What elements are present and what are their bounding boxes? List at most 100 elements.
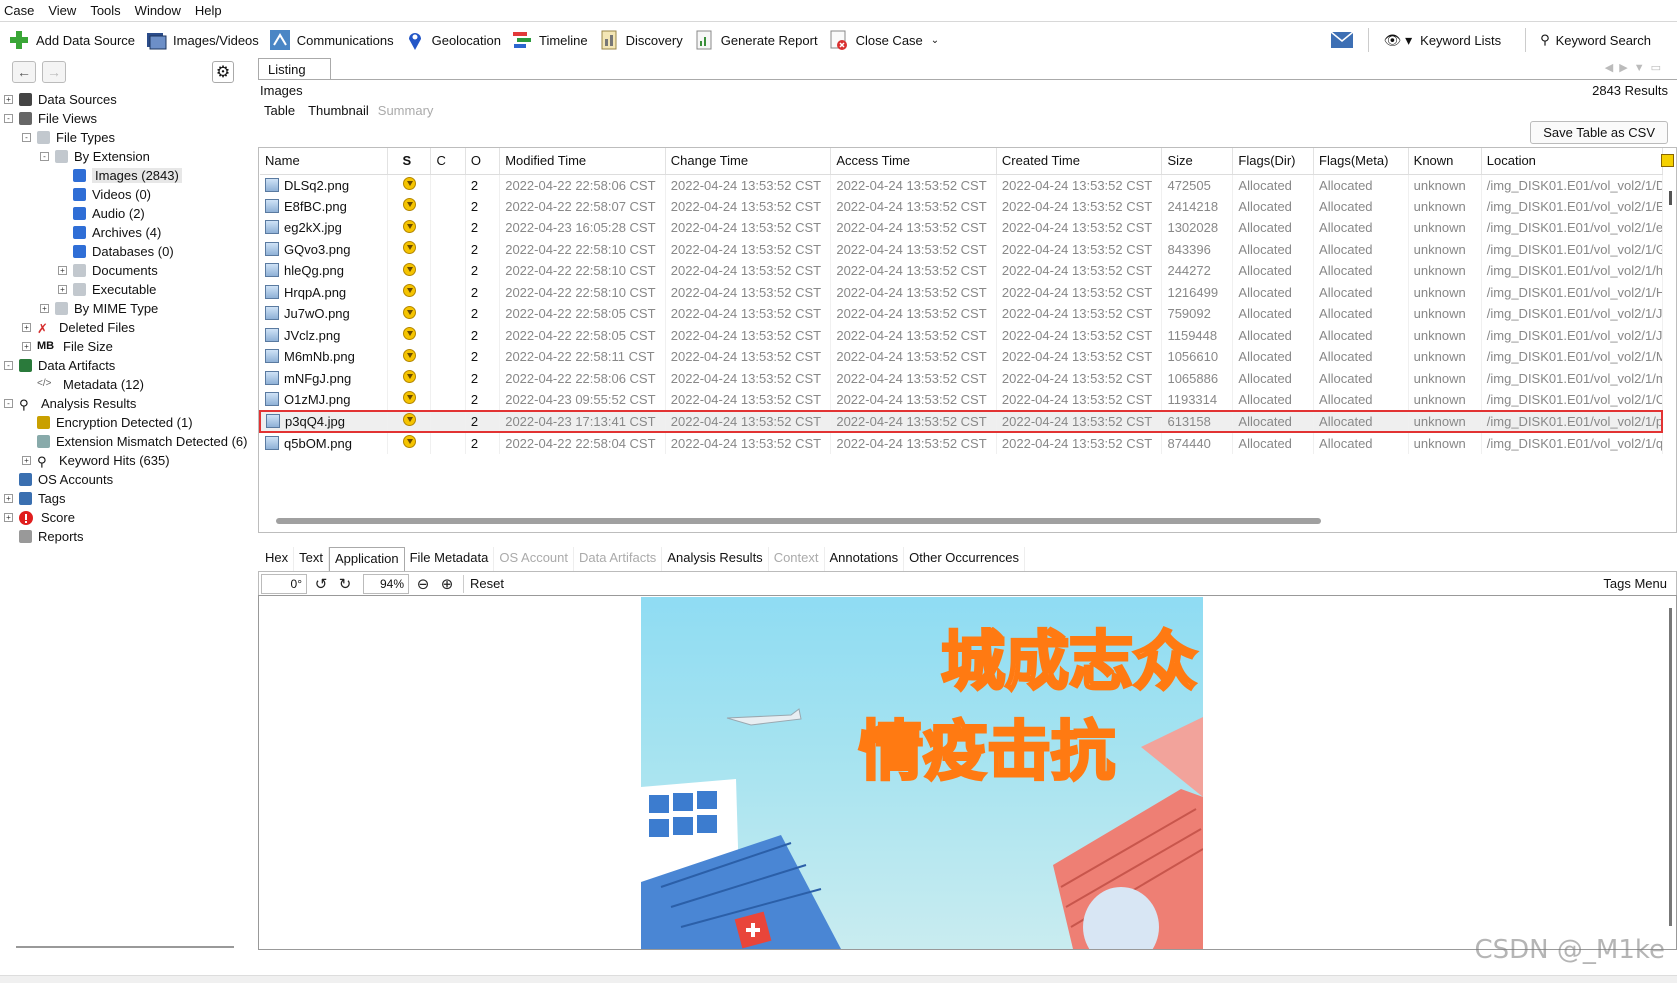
- column-settings-icon[interactable]: [1661, 154, 1674, 167]
- tree-node[interactable]: - ⚲ Analysis Results: [0, 394, 255, 413]
- column-header[interactable]: Flags(Meta): [1313, 148, 1409, 175]
- tab-viewer[interactable]: Context: [769, 547, 825, 571]
- rotate-left-icon[interactable]: ↺: [311, 574, 331, 594]
- menu-tools[interactable]: Tools: [90, 3, 120, 18]
- table-row[interactable]: q5bOM.png 2 2022-04-22 22:58:04 CST 2022-04…: [260, 432, 1663, 454]
- close-case-button[interactable]: Close Case ⌄: [828, 29, 939, 51]
- email-icon[interactable]: [1330, 31, 1354, 49]
- tree-node[interactable]: Videos (0): [0, 185, 255, 204]
- zoom-field[interactable]: 94%: [363, 573, 409, 594]
- column-header[interactable]: Created Time: [996, 148, 1163, 175]
- column-header[interactable]: S: [387, 148, 432, 175]
- tab-viewer[interactable]: Annotations: [825, 547, 905, 571]
- menu-case[interactable]: Case: [4, 3, 34, 18]
- expand-toggle-icon[interactable]: -: [40, 152, 49, 161]
- table-row[interactable]: O1zMJ.png 2 2022-04-23 09:55:52 CST 2022-04…: [260, 389, 1663, 411]
- tree-node[interactable]: + ✗ Deleted Files: [0, 318, 255, 337]
- column-header[interactable]: Name: [260, 148, 389, 175]
- expand-toggle-icon[interactable]: +: [22, 323, 31, 332]
- rotate-right-icon[interactable]: ↻: [335, 574, 355, 594]
- table-vertical-thumb[interactable]: [1669, 191, 1672, 205]
- tree-node[interactable]: Images (2843): [0, 166, 255, 185]
- file-name-cell[interactable]: eg2kX.jpg: [260, 217, 389, 239]
- expand-toggle-icon[interactable]: +: [40, 304, 49, 313]
- expand-toggle-icon[interactable]: +: [58, 285, 67, 294]
- table-row[interactable]: mNFgJ.png 2 2022-04-22 22:58:06 CST 2022-04…: [260, 367, 1663, 389]
- images-videos-button[interactable]: Images/Videos: [145, 29, 259, 51]
- tree-node[interactable]: Extension Mismatch Detected (6): [0, 432, 255, 451]
- tab-thumbnail[interactable]: Thumbnail: [308, 103, 369, 118]
- tree-node[interactable]: + ⚲ Keyword Hits (635): [0, 451, 255, 470]
- expand-toggle-icon[interactable]: +: [4, 513, 13, 522]
- file-name-cell[interactable]: JVclz.png: [260, 324, 389, 346]
- file-name-cell[interactable]: GQvo3.png: [260, 238, 389, 260]
- discovery-button[interactable]: Discovery: [598, 29, 683, 51]
- file-name-cell[interactable]: mNFgJ.png: [260, 367, 389, 389]
- tree-node[interactable]: Audio (2): [0, 204, 255, 223]
- rotation-field[interactable]: 0°: [261, 573, 307, 594]
- tree-node[interactable]: OS Accounts: [0, 470, 255, 489]
- geolocation-button[interactable]: Geolocation: [404, 29, 501, 51]
- expand-toggle-icon[interactable]: +: [4, 95, 13, 104]
- column-header[interactable]: C: [430, 148, 466, 175]
- expand-toggle-icon[interactable]: -: [4, 399, 13, 408]
- expand-toggle-icon[interactable]: +: [22, 342, 31, 351]
- file-name-cell[interactable]: HrqpA.png: [260, 281, 389, 303]
- viewer-vertical-thumb[interactable]: [1669, 608, 1672, 926]
- expand-toggle-icon[interactable]: -: [4, 361, 13, 370]
- tree-node[interactable]: - By Extension: [0, 147, 255, 166]
- tree-node[interactable]: Archives (4): [0, 223, 255, 242]
- column-header[interactable]: Known: [1408, 148, 1482, 175]
- table-row[interactable]: Ju7wO.png 2 2022-04-22 22:58:05 CST 2022-04…: [260, 303, 1663, 325]
- column-header[interactable]: Size: [1161, 148, 1234, 175]
- tab-summary[interactable]: Summary: [378, 103, 434, 118]
- tree-node[interactable]: - File Views: [0, 109, 255, 128]
- table-row[interactable]: GQvo3.png 2 2022-04-22 22:58:10 CST 2022-04…: [260, 238, 1663, 260]
- tags-menu-button[interactable]: Tags Menu: [1603, 576, 1667, 591]
- tree-node[interactable]: </> Metadata (12): [0, 375, 255, 394]
- table-row[interactable]: JVclz.png 2 2022-04-22 22:58:05 CST 2022-04…: [260, 324, 1663, 346]
- menu-view[interactable]: View: [48, 3, 76, 18]
- tab-viewer[interactable]: OS Account: [494, 547, 574, 571]
- table-vertical-scrollbar[interactable]: [1662, 178, 1676, 533]
- expand-toggle-icon[interactable]: -: [4, 114, 13, 123]
- tab-viewer[interactable]: Text: [294, 547, 329, 571]
- tab-listing[interactable]: Listing: [258, 58, 331, 80]
- timeline-button[interactable]: Timeline: [511, 29, 588, 51]
- tree-node[interactable]: + By MIME Type: [0, 299, 255, 318]
- expand-toggle-icon[interactable]: +: [22, 456, 31, 465]
- file-name-cell[interactable]: q5bOM.png: [260, 432, 389, 454]
- tab-table[interactable]: Table: [264, 103, 295, 118]
- column-header[interactable]: Flags(Dir): [1232, 148, 1315, 175]
- gear-icon[interactable]: ⚙: [212, 61, 234, 83]
- save-table-csv-button[interactable]: Save Table as CSV: [1530, 121, 1668, 144]
- chevron-down-icon[interactable]: ⌄: [931, 35, 939, 46]
- keyword-search-button[interactable]: ⚲ Keyword Search: [1540, 32, 1651, 48]
- expand-toggle-icon[interactable]: +: [58, 266, 67, 275]
- file-name-cell[interactable]: M6mNb.png: [260, 346, 389, 368]
- tree-node[interactable]: + Tags: [0, 489, 255, 508]
- file-name-cell[interactable]: Ju7wO.png: [260, 303, 389, 325]
- column-header[interactable]: Modified Time: [499, 148, 666, 175]
- table-row[interactable]: hleQg.png 2 2022-04-22 22:58:10 CST 2022-04…: [260, 260, 1663, 282]
- column-header[interactable]: Change Time: [665, 148, 832, 175]
- tree-node[interactable]: Encryption Detected (1): [0, 413, 255, 432]
- back-arrow-icon[interactable]: ←: [12, 61, 36, 83]
- tab-viewer[interactable]: File Metadata: [405, 547, 495, 571]
- expand-toggle-icon[interactable]: +: [4, 494, 13, 503]
- tab-viewer[interactable]: Other Occurrences: [904, 547, 1025, 571]
- menu-help[interactable]: Help: [195, 3, 222, 18]
- tree-node[interactable]: + MB File Size: [0, 337, 255, 356]
- zoom-in-icon[interactable]: ⊕: [437, 574, 457, 594]
- tree-horizontal-scrollbar[interactable]: [16, 946, 234, 948]
- column-header[interactable]: Location: [1481, 148, 1663, 175]
- pager-arrows[interactable]: ◀▶▼▭: [1605, 61, 1667, 74]
- file-name-cell[interactable]: DLSq2.png: [260, 174, 389, 196]
- column-header[interactable]: Access Time: [830, 148, 997, 175]
- file-name-cell[interactable]: hleQg.png: [260, 260, 389, 282]
- table-row[interactable]: M6mNb.png 2 2022-04-22 22:58:11 CST 2022-04…: [260, 346, 1663, 368]
- tree-node[interactable]: + Data Sources: [0, 90, 255, 109]
- tree-node[interactable]: - Data Artifacts: [0, 356, 255, 375]
- file-name-cell[interactable]: p3qQ4.jpg: [259, 409, 389, 433]
- tree-node[interactable]: + Executable: [0, 280, 255, 299]
